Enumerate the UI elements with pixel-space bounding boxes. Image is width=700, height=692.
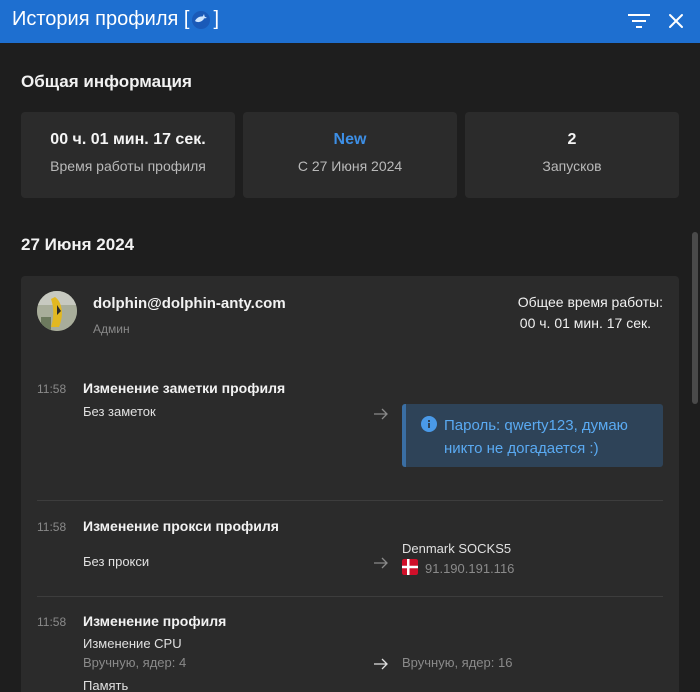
day-title: 27 Июня 2024 — [21, 235, 135, 254]
filter-icon[interactable] — [626, 10, 652, 32]
scrollbar-thumb[interactable] — [692, 232, 698, 404]
event-title: Изменение профиля — [83, 613, 227, 629]
divider — [37, 500, 663, 501]
title-bar: История профиля [ ] — [0, 0, 700, 43]
stat-value: New — [333, 131, 367, 148]
window-title: История профиля [ ] — [12, 8, 219, 31]
event-time: 11:58 — [37, 382, 67, 396]
dolphin-icon — [192, 10, 211, 29]
event-old-value: Без заметок — [83, 404, 156, 419]
event-title: Изменение прокси профиля — [83, 518, 279, 534]
event-time: 11:58 — [37, 520, 67, 534]
stat-value: 2 — [567, 131, 577, 148]
stat-card-launches: 2 Запусков — [465, 112, 679, 198]
arrow-right-icon — [374, 557, 388, 569]
total-time-value: 00 ч. 01 мин. 17 сек. — [519, 315, 651, 331]
window-title-suffix: ] — [213, 8, 219, 30]
avatar — [37, 291, 77, 331]
scrollbar[interactable] — [690, 43, 700, 692]
event-field-name: Изменение CPU — [83, 636, 182, 651]
history-content[interactable]: Общая информация 00 ч. 01 мин. 17 сек. В… — [0, 43, 690, 692]
note-new-value: Пароль: qwerty123, думаю никто не догада… — [402, 404, 663, 467]
event-new-value: Вручную, ядер: 16 — [402, 655, 513, 670]
history-card: dolphin@dolphin-anty.com Админ Общее вре… — [21, 276, 679, 692]
event-old-value: Без прокси — [83, 554, 150, 569]
arrow-right-icon — [374, 658, 388, 670]
user-email: dolphin@dolphin-anty.com — [93, 295, 286, 312]
stat-card-created: New С 27 Июня 2024 — [243, 112, 457, 198]
stat-value: 00 ч. 01 мин. 17 сек. — [50, 131, 206, 148]
arrow-right-icon — [374, 408, 388, 420]
event-old-value: Вручную, ядер: 4 — [83, 655, 187, 670]
stat-card-uptime: 00 ч. 01 мин. 17 сек. Время работы профи… — [21, 112, 235, 198]
proxy-ip: 91.190.191.116 — [425, 561, 515, 576]
event-title: Изменение заметки профиля — [83, 380, 286, 396]
user-role: Админ — [93, 322, 130, 336]
total-time-label: Общее время работы: — [517, 294, 663, 310]
stat-label: С 27 Июня 2024 — [297, 158, 403, 174]
denmark-flag-icon — [402, 559, 418, 575]
avatar-image — [37, 291, 77, 331]
stat-label: Время работы профиля — [50, 158, 206, 174]
divider — [37, 596, 663, 597]
proxy-name: Denmark SOCKS5 — [402, 541, 512, 556]
event-field-name: Память — [83, 678, 129, 692]
info-icon — [421, 416, 437, 432]
note-text: Пароль: qwerty123, думаю никто не догада… — [444, 417, 628, 457]
event-time: 11:58 — [37, 615, 67, 629]
close-icon[interactable] — [666, 11, 686, 31]
stat-label: Запусков — [542, 158, 602, 174]
window-title-prefix: История профиля [ — [12, 8, 190, 30]
general-info-title: Общая информация — [21, 72, 192, 91]
